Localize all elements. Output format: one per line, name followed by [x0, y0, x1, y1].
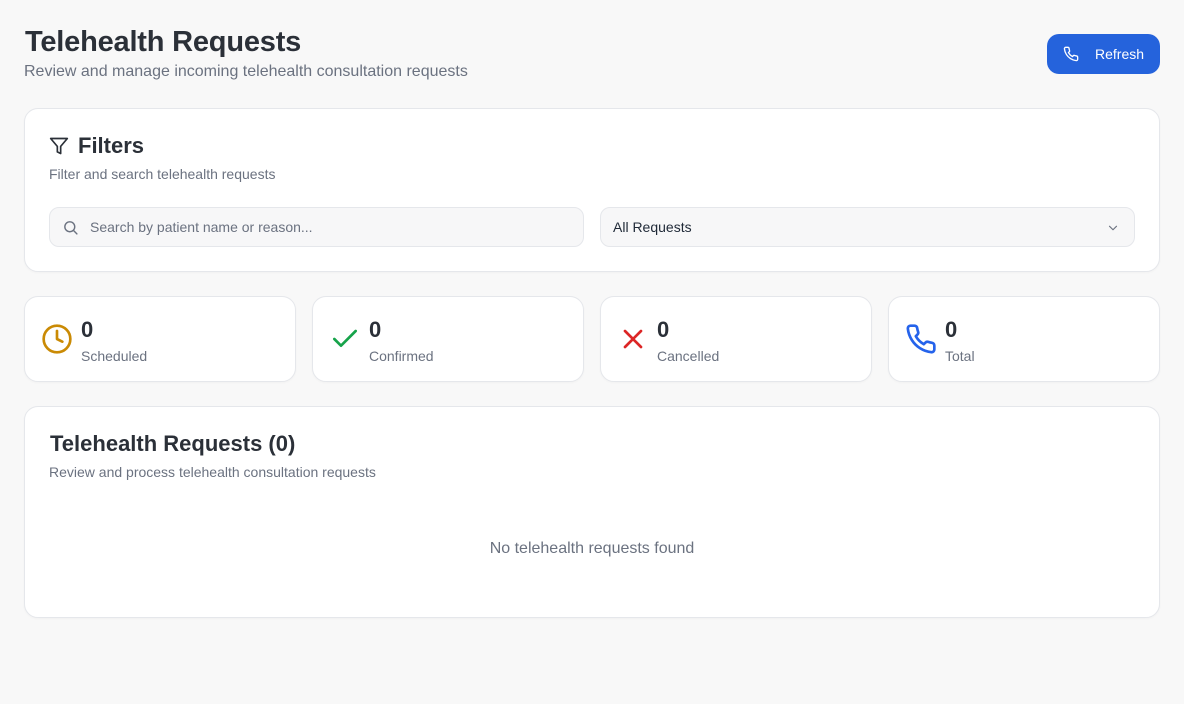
requests-title: Telehealth Requests (0)	[50, 431, 296, 456]
refresh-button[interactable]: Refresh	[1047, 34, 1160, 74]
phone-icon	[906, 324, 936, 354]
phone-icon	[1063, 46, 1079, 62]
filters-card: Filters Filter and search telehealth req…	[24, 108, 1160, 272]
filter-icon	[49, 137, 69, 155]
stat-card-confirmed: 0 Confirmed	[312, 296, 584, 382]
stat-value: 0	[945, 317, 958, 342]
stat-label: Total	[945, 348, 975, 364]
search-input[interactable]	[90, 208, 570, 246]
stat-label: Cancelled	[657, 348, 720, 364]
filters-subtitle: Filter and search telehealth requests	[49, 166, 276, 182]
stat-label: Confirmed	[369, 348, 434, 364]
stat-card-cancelled: 0 Cancelled	[600, 296, 872, 382]
stat-value: 0	[81, 317, 94, 342]
search-box[interactable]	[49, 207, 584, 247]
refresh-button-label: Refresh	[1095, 46, 1145, 62]
stat-card-scheduled: 0 Scheduled	[24, 296, 296, 382]
page-title: Telehealth Requests	[25, 26, 302, 58]
stat-card-total: 0 Total	[888, 296, 1160, 382]
requests-card: Telehealth Requests (0) Review and proce…	[24, 406, 1160, 618]
clock-icon	[42, 324, 72, 354]
check-icon	[333, 329, 357, 347]
empty-state-message: No telehealth requests found	[489, 540, 695, 557]
search-icon	[64, 221, 78, 235]
stat-label: Scheduled	[81, 348, 148, 364]
status-filter-value: All Requests	[613, 219, 692, 235]
stat-value: 0	[657, 317, 670, 342]
requests-subtitle: Review and process telehealth consultati…	[49, 464, 376, 480]
stat-value: 0	[369, 317, 382, 342]
filters-header: Filters	[49, 133, 144, 159]
page-subtitle: Review and manage incoming telehealth co…	[24, 63, 468, 80]
chevron-down-icon	[1108, 225, 1118, 231]
x-icon	[623, 329, 643, 349]
status-filter-select[interactable]: All Requests	[600, 207, 1135, 247]
filters-title: Filters	[78, 133, 145, 158]
